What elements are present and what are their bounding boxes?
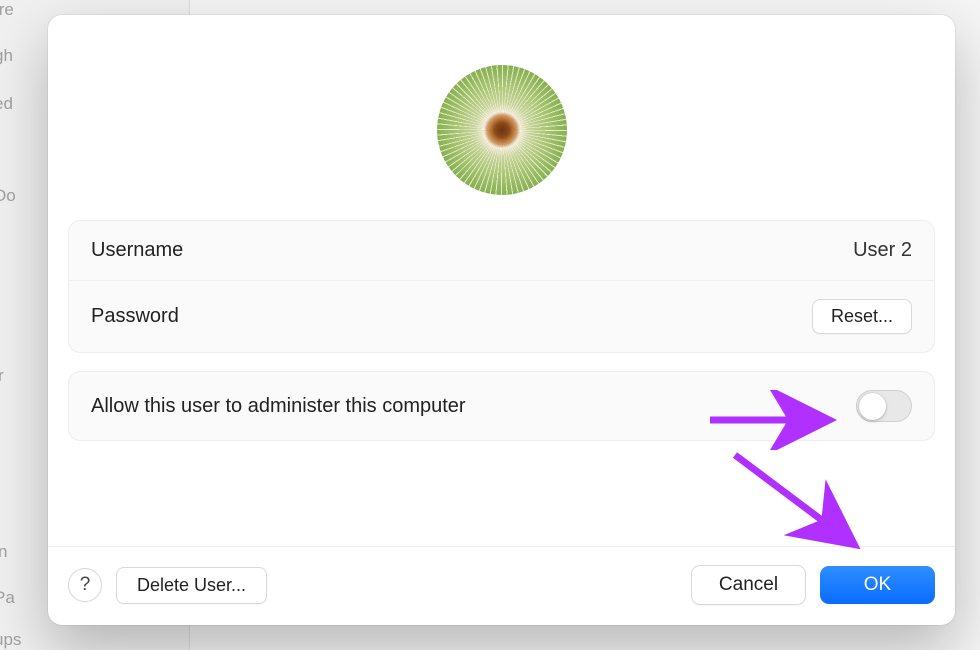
cancel-button[interactable]: Cancel	[691, 565, 806, 605]
toggle-knob-icon	[859, 393, 886, 420]
password-row: Password Reset...	[69, 280, 934, 352]
username-row: Username User 2	[69, 221, 934, 280]
username-label: Username	[91, 239, 183, 262]
bg-text-frag: gh	[0, 46, 13, 66]
bg-text-frag: n	[0, 542, 7, 562]
admin-toggle[interactable]	[856, 390, 912, 422]
reset-password-button[interactable]: Reset...	[812, 299, 912, 334]
password-label: Password	[91, 305, 179, 328]
username-value: User 2	[853, 239, 912, 262]
user-avatar[interactable]	[437, 65, 567, 195]
help-button[interactable]: ?	[68, 568, 102, 602]
bg-text-frag: ed	[0, 94, 13, 114]
bg-text-frag: r	[0, 366, 4, 386]
dialog-footer: ? Delete User... Cancel OK	[48, 546, 955, 605]
admin-label: Allow this user to administer this compu…	[91, 395, 466, 418]
bg-text-frag: tre	[0, 0, 14, 20]
credentials-section: Username User 2 Password Reset...	[68, 220, 935, 353]
bg-text-frag: Do	[0, 186, 16, 206]
delete-user-button[interactable]: Delete User...	[116, 567, 267, 604]
user-settings-dialog: Username User 2 Password Reset... Allow …	[48, 15, 955, 625]
bg-text-frag: ups	[0, 630, 21, 650]
ok-button[interactable]: OK	[820, 566, 935, 604]
admin-row: Allow this user to administer this compu…	[69, 372, 934, 440]
bg-text-frag: Pa	[0, 588, 15, 608]
admin-section: Allow this user to administer this compu…	[68, 371, 935, 441]
avatar-container	[68, 35, 935, 220]
